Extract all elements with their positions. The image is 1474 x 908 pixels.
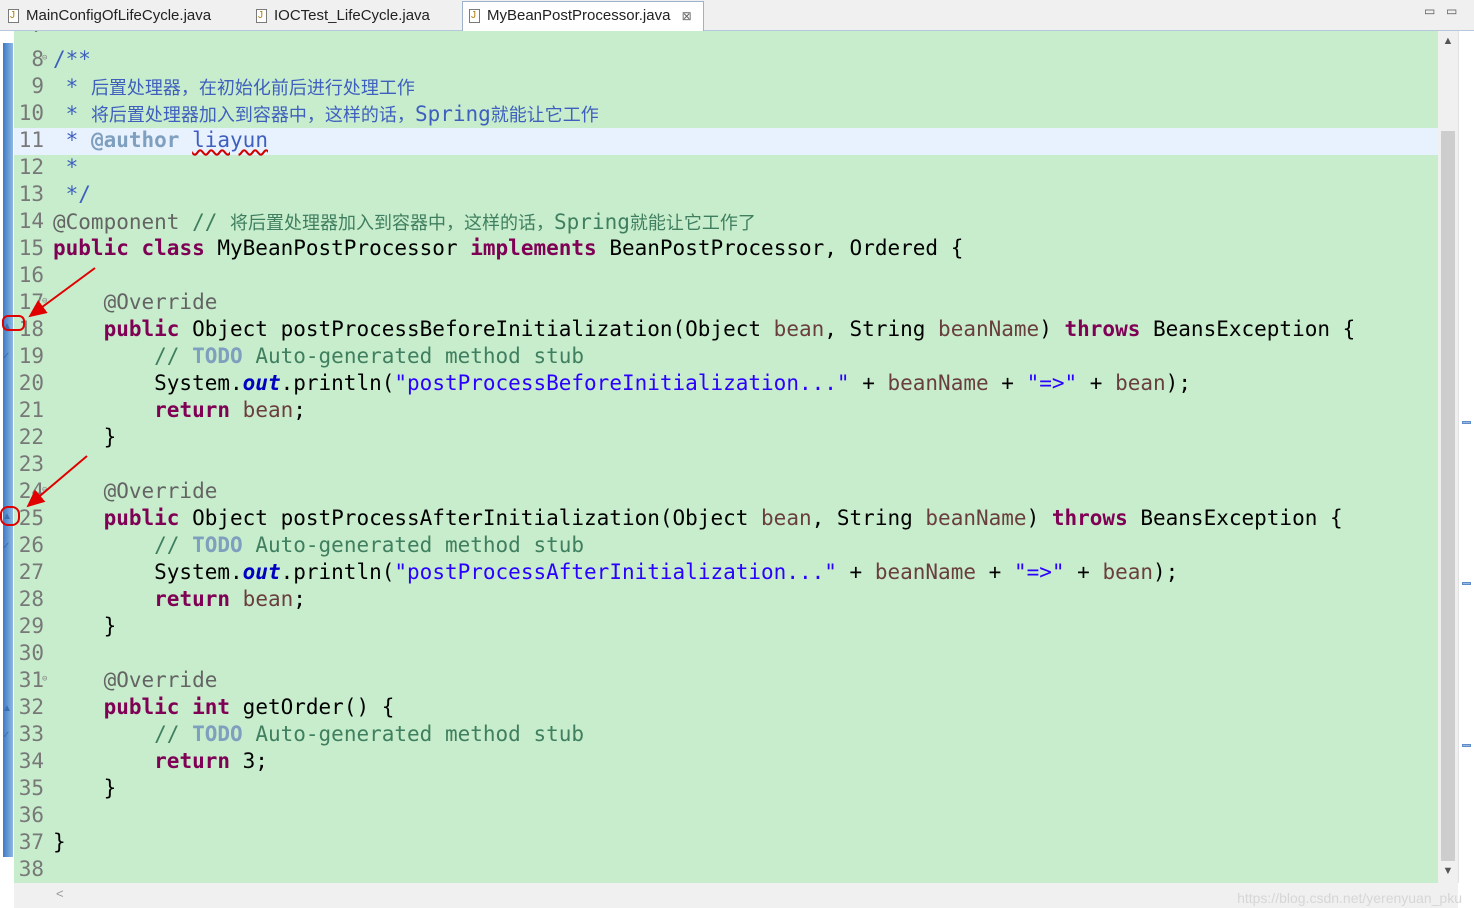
code-line[interactable]: System.out.println("postProcessBeforeIni… [53, 371, 1191, 395]
task-icon[interactable]: ✓ [2, 541, 13, 552]
line-number: 23 [18, 452, 44, 476]
fold-collapse-icon[interactable]: ⊖ [42, 674, 47, 684]
scrollbar-thumb[interactable] [1441, 131, 1455, 861]
java-file-icon [8, 2, 19, 30]
editor-tab-bar: MainConfigOfLifeCycle.java IOCTest_LifeC… [0, 0, 1474, 31]
code-line[interactable]: @Component // 将后置处理器加入到容器中，这样的话，Spring就能… [53, 209, 756, 235]
code-line[interactable]: // TODO Auto-generated method stub [53, 722, 584, 746]
java-file-icon [469, 2, 480, 30]
code-line[interactable]: System.out.println("postProcessAfterInit… [53, 560, 1178, 584]
line-number: 8 [31, 47, 44, 71]
code-line[interactable]: public int getOrder() { [53, 695, 395, 719]
task-marker[interactable] [1462, 421, 1471, 424]
code-line[interactable]: } [53, 776, 117, 800]
fold-collapse-icon[interactable]: ⊖ [42, 296, 47, 306]
task-icon[interactable]: ✓ [2, 351, 13, 362]
tab-mybeanpostprocessor[interactable]: MyBeanPostProcessor.java ⊠ [462, 1, 704, 31]
maximize-icon[interactable]: ▭ [1446, 4, 1457, 18]
line-number: 26 [18, 533, 44, 557]
code-line[interactable]: * 将后置处理器加入到容器中，这样的话，Spring就能让它工作 [53, 101, 599, 127]
line-number: 35 [18, 776, 44, 800]
code-line[interactable]: * @author liayun [53, 128, 268, 152]
line-number: 21 [18, 398, 44, 422]
code-line[interactable]: * [53, 155, 79, 179]
tab-label: MyBeanPostProcessor.java [487, 7, 671, 24]
code-line[interactable]: } [53, 830, 66, 854]
code-line[interactable]: public class MyBeanPostProcessor impleme… [53, 236, 963, 260]
line-number: 31 [18, 668, 44, 692]
watermark: https://blog.csdn.net/yerenyuan_pku [1237, 890, 1462, 906]
line-number: 34 [18, 749, 44, 773]
line-number: 10 [18, 101, 44, 125]
task-icon[interactable]: ✓ [2, 730, 13, 741]
code-editor[interactable]: 7 8⊖/**9 * 后置处理器，在初始化前后进行处理工作10 * 将后置处理器… [14, 31, 1438, 883]
overview-ruler[interactable] [1458, 31, 1474, 883]
tab-mainconfigoflifecycle[interactable]: MainConfigOfLifeCycle.java [2, 2, 248, 30]
line-number: 30 [18, 641, 44, 665]
code-line[interactable]: */ [53, 182, 91, 206]
code-line[interactable]: return 3; [53, 749, 268, 773]
minimize-icon[interactable]: ▭ [1424, 4, 1435, 18]
override-triangle-icon[interactable]: ▲ [2, 321, 13, 332]
line-number: 18 [18, 317, 44, 341]
line-number: 16 [18, 263, 44, 287]
task-marker[interactable] [1462, 582, 1471, 585]
code-line[interactable]: } [53, 614, 117, 638]
scroll-left-icon[interactable]: < [56, 886, 64, 901]
java-file-icon [256, 2, 267, 30]
vertical-scrollbar[interactable]: ▲ ▼ [1438, 31, 1458, 883]
code-line[interactable]: @Override [53, 479, 218, 503]
line-number: 15 [18, 236, 44, 260]
line-number: 25 [18, 506, 44, 530]
code-line[interactable]: @Override [53, 290, 218, 314]
code-line[interactable]: public Object postProcessBeforeInitializ… [53, 317, 1356, 341]
code-line[interactable]: public Object postProcessAfterInitializa… [53, 506, 1343, 530]
line-number: 32 [18, 695, 44, 719]
fold-collapse-icon[interactable]: ⊖ [42, 53, 47, 63]
tab-label: IOCTest_LifeCycle.java [274, 7, 430, 24]
line-number: 33 [18, 722, 44, 746]
code-line[interactable]: /** [53, 47, 91, 71]
tab-ioctest-lifecycle[interactable]: IOCTest_LifeCycle.java [250, 2, 460, 30]
code-line[interactable]: return bean; [53, 398, 306, 422]
line-number: 28 [18, 587, 44, 611]
task-marker[interactable] [1462, 744, 1471, 747]
line-number: 29 [18, 614, 44, 638]
line-number: 12 [18, 155, 44, 179]
line-number: 7 [14, 31, 44, 37]
line-number: 37 [18, 830, 44, 854]
line-number: 24 [18, 479, 44, 503]
close-tab-icon[interactable]: ⊠ [682, 2, 692, 30]
line-number: 13 [18, 182, 44, 206]
code-line[interactable]: * 后置处理器，在初始化前后进行处理工作 [53, 74, 415, 100]
code-line[interactable]: // TODO Auto-generated method stub [53, 533, 584, 557]
line-number: 11 [18, 128, 44, 152]
code-line[interactable]: @Override [53, 668, 218, 692]
tab-label: MainConfigOfLifeCycle.java [26, 7, 212, 24]
line-number: 38 [18, 857, 44, 881]
line-number: 9 [31, 74, 44, 98]
code-line[interactable]: return bean; [53, 587, 306, 611]
scroll-down-icon[interactable]: ▼ [1438, 865, 1458, 877]
line-number: 20 [18, 371, 44, 395]
line-number: 17 [18, 290, 44, 314]
override-triangle-icon[interactable]: ▲ [2, 703, 13, 714]
line-number: 27 [18, 560, 44, 584]
fold-collapse-icon[interactable]: ⊖ [42, 485, 47, 495]
code-line[interactable]: } [53, 425, 117, 449]
line-number: 36 [18, 803, 44, 827]
line-number: 19 [18, 344, 44, 368]
override-triangle-icon[interactable]: ▲ [2, 511, 13, 522]
line-number: 22 [18, 425, 44, 449]
code-line[interactable]: // TODO Auto-generated method stub [53, 344, 584, 368]
scroll-up-icon[interactable]: ▲ [1438, 35, 1458, 47]
line-number: 14 [18, 209, 44, 233]
